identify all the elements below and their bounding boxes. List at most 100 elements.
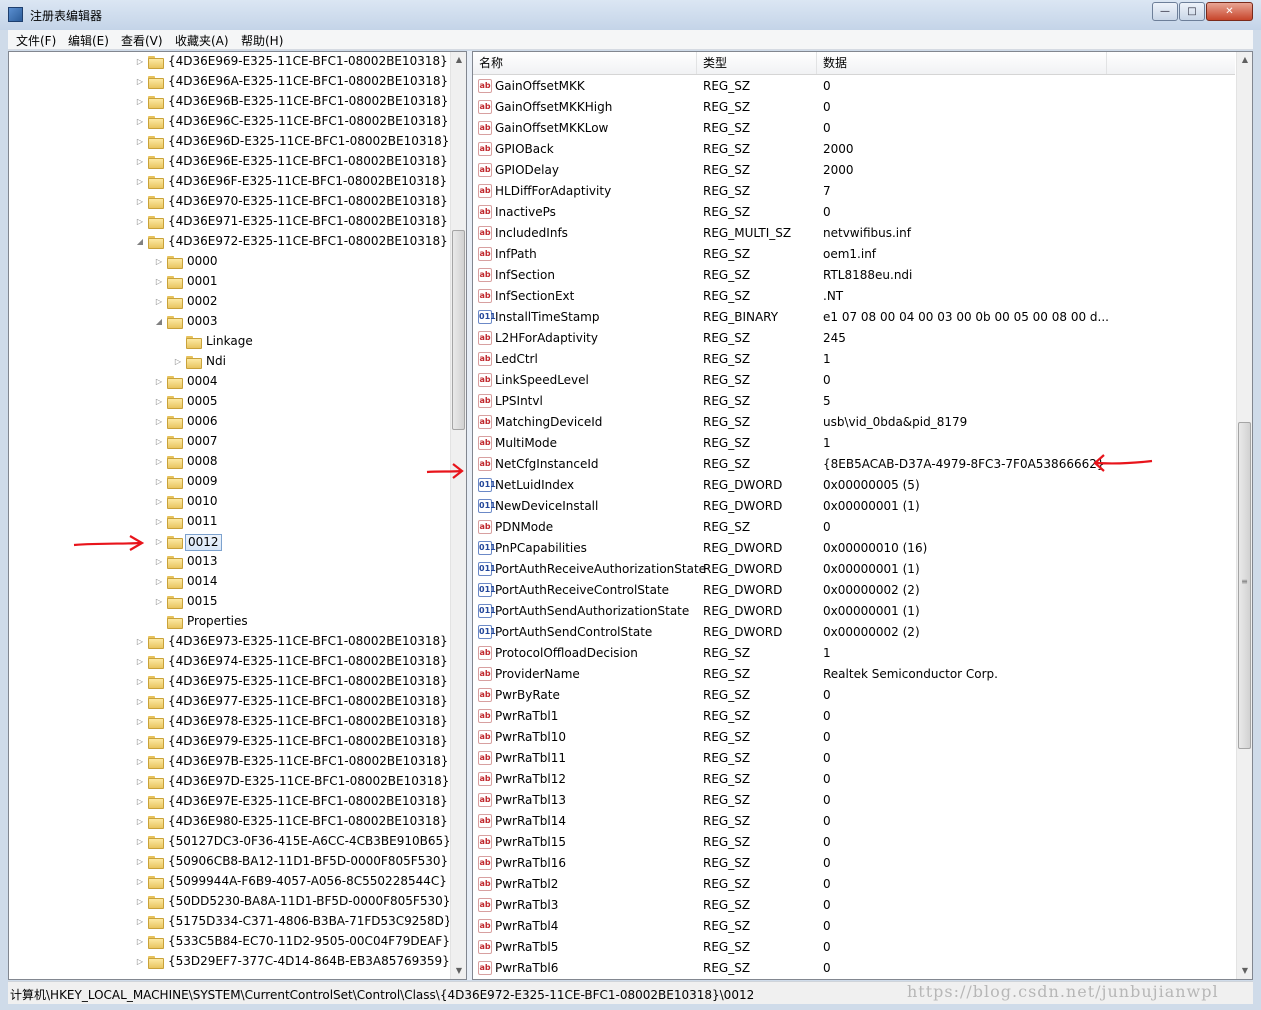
value-row[interactable]: ab PwrRaTbl1 REG_SZ 0 (473, 706, 1235, 727)
value-row[interactable]: 011 PortAuthReceiveAuthorizationState REG_… (473, 559, 1235, 580)
value-row[interactable]: ab GainOffsetMKKHigh REG_SZ 0 (473, 97, 1235, 118)
tree-scroll-thumb[interactable] (452, 230, 465, 430)
tree-node-label[interactable]: Linkage (204, 334, 255, 349)
tree-node[interactable]: ▷ {5099944A-F6B9-4057-A056-8C550228544C} (9, 872, 449, 892)
tree-node[interactable]: ▷ {4D36E96D-E325-11CE-BFC1-08002BE10318} (9, 132, 449, 152)
tree-node-label[interactable]: Properties (185, 614, 250, 629)
value-row[interactable]: ab InactivePs REG_SZ 0 (473, 202, 1235, 223)
tree-node-label[interactable]: 0000 (185, 254, 220, 269)
tree-node-label[interactable]: 0005 (185, 394, 220, 409)
tree-node-label[interactable]: {4D36E96F-E325-11CE-BFC1-08002BE10318} (166, 174, 449, 189)
maximize-button[interactable]: □ (1179, 2, 1205, 21)
expand-arrow-icon[interactable]: ▷ (135, 76, 145, 88)
tree-node-label[interactable]: 0014 (185, 574, 220, 589)
tree-node-label[interactable]: 0008 (185, 454, 220, 469)
expand-arrow-icon[interactable]: ▷ (154, 376, 164, 388)
tree-node-label-selected[interactable]: 0012 (185, 534, 222, 551)
registry-values-list[interactable]: 名称 类型 数据 ab GainOffsetMKK REG_SZ 0 ab GainOff… (472, 51, 1253, 980)
tree-node-label[interactable]: {4D36E970-E325-11CE-BFC1-08002BE10318} (166, 194, 449, 209)
tree-node-label[interactable]: 0009 (185, 474, 220, 489)
tree-node-label[interactable]: 0010 (185, 494, 220, 509)
tree-node[interactable]: ▷ {4D36E970-E325-11CE-BFC1-08002BE10318} (9, 192, 449, 212)
tree-node[interactable]: ▷ {533C5B84-EC70-11D2-9505-00C04F79DEAF} (9, 932, 449, 952)
column-header-name[interactable]: 名称 (473, 52, 697, 74)
tree-node-label[interactable]: {4D36E96E-E325-11CE-BFC1-08002BE10318} (166, 154, 449, 169)
value-row[interactable]: ab LinkSpeedLevel REG_SZ 0 (473, 370, 1235, 391)
tree-node-label[interactable]: {5175D334-C371-4806-B3BA-71FD53C9258D} (166, 914, 449, 929)
value-row[interactable]: ab InfPath REG_SZ oem1.inf (473, 244, 1235, 265)
registry-key-tree[interactable]: ▷ {4D36E969-E325-11CE-BFC1-08002BE10318} ▷… (8, 51, 467, 980)
expand-arrow-icon[interactable]: ▷ (154, 296, 164, 308)
value-row[interactable]: ab ProviderName REG_SZ Realtek Semiconducto… (473, 664, 1235, 685)
tree-node[interactable]: ▷ {50DD5230-BA8A-11D1-BF5D-0000F805F530} (9, 892, 449, 912)
tree-node[interactable]: ▷ 0014 (9, 572, 449, 592)
tree-node-label[interactable]: {4D36E96D-E325-11CE-BFC1-08002BE10318} (166, 134, 449, 149)
value-row[interactable]: 011 InstallTimeStamp REG_BINARY e1 07 08 00… (473, 307, 1235, 328)
expand-arrow-icon[interactable]: ▷ (154, 276, 164, 288)
value-row[interactable]: 011 PortAuthSendAuthorizationState REG_DWO… (473, 601, 1235, 622)
value-row[interactable]: 011 NetLuidIndex REG_DWORD 0x00000005 (5) (473, 475, 1235, 496)
value-row[interactable]: ab LPSIntvl REG_SZ 5 (473, 391, 1235, 412)
value-row[interactable]: ab PwrRaTbl13 REG_SZ 0 (473, 790, 1235, 811)
tree-node[interactable]: Properties (9, 612, 449, 632)
value-row[interactable]: ab PwrRaTbl3 REG_SZ 0 (473, 895, 1235, 916)
expand-arrow-icon[interactable]: ▷ (135, 56, 145, 68)
expand-arrow-icon[interactable]: ▷ (135, 956, 145, 968)
tree-node-label[interactable]: {533C5B84-EC70-11D2-9505-00C04F79DEAF} (166, 934, 449, 949)
tree-node-label[interactable]: {4D36E979-E325-11CE-BFC1-08002BE10318} (166, 734, 449, 749)
tree-node[interactable]: ▷ 0007 (9, 432, 449, 452)
expand-arrow-icon[interactable]: ▷ (135, 156, 145, 168)
tree-node[interactable]: ▷ {4D36E96A-E325-11CE-BFC1-08002BE10318} (9, 72, 449, 92)
tree-node-label[interactable]: {4D36E975-E325-11CE-BFC1-08002BE10318} (166, 674, 449, 689)
tree-node[interactable]: ▷ {50127DC3-0F36-415E-A6CC-4CB3BE910B65} (9, 832, 449, 852)
tree-node[interactable]: ▷ 0011 (9, 512, 449, 532)
value-row[interactable]: ab HLDiffForAdaptivity REG_SZ 7 (473, 181, 1235, 202)
expand-arrow-icon[interactable]: ▷ (154, 416, 164, 428)
tree-node-label[interactable]: 0011 (185, 514, 220, 529)
tree-node[interactable]: ▷ {4D36E980-E325-11CE-BFC1-08002BE10318} (9, 812, 449, 832)
value-row[interactable]: ab L2HForAdaptivity REG_SZ 245 (473, 328, 1235, 349)
value-row[interactable]: ab PwrRaTbl14 REG_SZ 0 (473, 811, 1235, 832)
tree-node[interactable]: ▷ {4D36E971-E325-11CE-BFC1-08002BE10318} (9, 212, 449, 232)
expand-arrow-icon[interactable]: ▷ (135, 196, 145, 208)
expand-arrow-icon[interactable]: ▷ (154, 256, 164, 268)
expand-arrow-icon[interactable]: ▷ (135, 176, 145, 188)
tree-node-label[interactable]: {4D36E980-E325-11CE-BFC1-08002BE10318} (166, 814, 449, 829)
tree-node[interactable]: ▷ 0015 (9, 592, 449, 612)
tree-node[interactable]: ▷ {4D36E96C-E325-11CE-BFC1-08002BE10318} (9, 112, 449, 132)
expand-arrow-icon[interactable]: ▷ (173, 356, 183, 368)
tree-node-label[interactable]: {4D36E97E-E325-11CE-BFC1-08002BE10318} (166, 794, 449, 809)
expand-arrow-icon[interactable]: ▷ (135, 796, 145, 808)
value-row[interactable]: 011 NewDeviceInstall REG_DWORD 0x00000001 (… (473, 496, 1235, 517)
tree-node-label[interactable]: 0002 (185, 294, 220, 309)
list-scroll-down-icon[interactable]: ▼ (1237, 963, 1252, 979)
expand-arrow-icon[interactable]: ▷ (135, 936, 145, 948)
value-row[interactable]: ab GainOffsetMKKLow REG_SZ 0 (473, 118, 1235, 139)
tree-node[interactable]: ▷ {4D36E973-E325-11CE-BFC1-08002BE10318} (9, 632, 449, 652)
tree-node[interactable]: ▷ {4D36E978-E325-11CE-BFC1-08002BE10318} (9, 712, 449, 732)
tree-node[interactable]: ▷ {50906CB8-BA12-11D1-BF5D-0000F805F530} (9, 852, 449, 872)
tree-node[interactable]: ▷ 0005 (9, 392, 449, 412)
value-row[interactable]: ab PwrByRate REG_SZ 0 (473, 685, 1235, 706)
tree-node-label[interactable]: Ndi (204, 354, 228, 369)
tree-scroll-down-icon[interactable]: ▼ (451, 963, 466, 979)
expand-arrow-icon[interactable]: ▷ (154, 536, 164, 548)
expand-arrow-icon[interactable]: ▷ (154, 576, 164, 588)
tree-node[interactable]: ▷ {4D36E977-E325-11CE-BFC1-08002BE10318} (9, 692, 449, 712)
tree-node-label[interactable]: {53D29EF7-377C-4D14-864B-EB3A85769359} (166, 954, 449, 969)
menu-favorites[interactable]: 收藏夹(A) (175, 32, 229, 49)
menu-edit[interactable]: 编辑(E) (68, 32, 109, 49)
tree-node[interactable]: ▷ 0006 (9, 412, 449, 432)
menu-help[interactable]: 帮助(H) (241, 32, 283, 49)
tree-node-label[interactable]: {50127DC3-0F36-415E-A6CC-4CB3BE910B65} (166, 834, 449, 849)
tree-node[interactable]: Linkage (9, 332, 449, 352)
expand-arrow-icon[interactable]: ▷ (135, 876, 145, 888)
tree-node-label[interactable]: {4D36E973-E325-11CE-BFC1-08002BE10318} (166, 634, 449, 649)
expand-arrow-icon[interactable]: ▷ (154, 396, 164, 408)
tree-node-label[interactable]: {4D36E977-E325-11CE-BFC1-08002BE10318} (166, 694, 449, 709)
tree-node[interactable]: ▷ 0013 (9, 552, 449, 572)
tree-node[interactable]: ▷ {4D36E974-E325-11CE-BFC1-08002BE10318} (9, 652, 449, 672)
expand-arrow-icon[interactable]: ▷ (135, 716, 145, 728)
minimize-button[interactable]: — (1152, 2, 1178, 21)
expand-arrow-icon[interactable]: ▷ (135, 216, 145, 228)
